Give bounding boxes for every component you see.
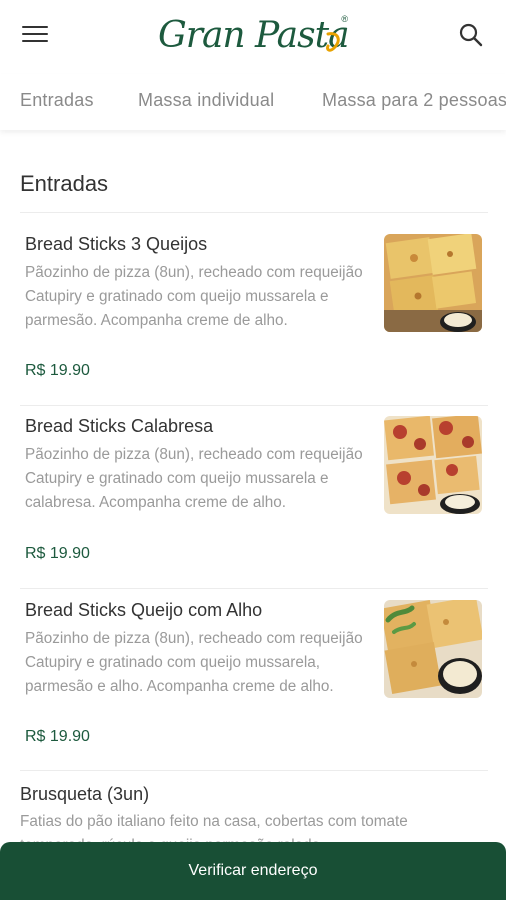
- tab-massa-individual[interactable]: Massa individual: [138, 90, 274, 111]
- brand-logo: Gran Pasta ®: [158, 12, 354, 60]
- tab-massa-para-2-pessoas[interactable]: Massa para 2 pessoas: [322, 90, 506, 111]
- divider: [20, 405, 488, 406]
- section-title: Entradas: [20, 171, 109, 196]
- item-price: R$ 19.90: [25, 728, 90, 745]
- app-header: Gran Pasta ®: [0, 0, 506, 74]
- item-description: Pãozinho de pizza (8un), recheado com re…: [25, 446, 363, 511]
- item-price: R$ 19.90: [25, 362, 90, 379]
- item-name: Bread Sticks Queijo com Alho: [25, 600, 263, 620]
- category-tabs: Entradas Massa individual Massa para 2 p…: [0, 74, 506, 130]
- item-photo: [384, 416, 482, 514]
- divider: [20, 770, 488, 771]
- menu-item-bread-sticks-3-queijos[interactable]: Bread Sticks 3 Queijos Pãozinho de pizza…: [0, 234, 506, 394]
- item-name: Bread Sticks 3 Queijos: [25, 234, 208, 254]
- tab-entradas[interactable]: Entradas: [20, 90, 94, 111]
- item-price: R$ 19.90: [25, 545, 90, 562]
- item-description: Pãozinho de pizza (8un), recheado com re…: [25, 264, 363, 329]
- divider: [20, 212, 488, 213]
- item-description: Pãozinho de pizza (8un), recheado com re…: [25, 630, 363, 695]
- item-name: Bread Sticks Calabresa: [25, 416, 214, 436]
- menu-item-bread-sticks-calabresa[interactable]: Bread Sticks Calabresa Pãozinho de pizza…: [0, 416, 506, 576]
- logo-registered-mark: ®: [341, 14, 348, 24]
- menu-item-bread-sticks-queijo-com-alho[interactable]: Bread Sticks Queijo com Alho Pãozinho de…: [0, 600, 506, 760]
- item-name: Brusqueta (3un): [20, 784, 150, 804]
- item-photo: [384, 234, 482, 332]
- hamburger-menu-icon[interactable]: [22, 26, 48, 46]
- logo-swoosh-icon: [326, 32, 340, 52]
- search-icon[interactable]: [458, 22, 484, 48]
- item-photo: [384, 600, 482, 698]
- divider: [20, 588, 488, 589]
- verificar-endereco-button[interactable]: Verificar endereço: [0, 842, 506, 900]
- logo-wordmark: Gran Pasta: [158, 15, 350, 56]
